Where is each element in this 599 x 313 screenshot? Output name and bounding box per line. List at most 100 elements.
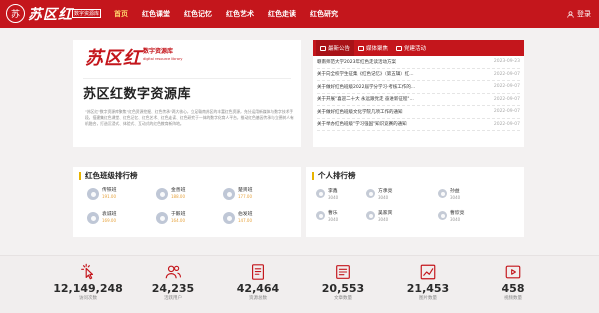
user-score: 3040 bbox=[450, 217, 461, 222]
banner-brand-en: digital resource library bbox=[143, 57, 183, 61]
tab-label: 最新公告 bbox=[328, 46, 351, 52]
user-rank-item[interactable]: 孙益 3040 bbox=[438, 189, 460, 200]
banner-title: 苏区红数字资源库 bbox=[83, 78, 291, 102]
class-rank-card: 红色班级排行榜 传铁班 191.00 金善班 188.00 楚贤班 177.00 袁诚… bbox=[73, 167, 301, 237]
class-score: 164.00 bbox=[171, 218, 185, 223]
class-rank-title: 红色班级排行榜 bbox=[79, 172, 138, 180]
avatar bbox=[438, 189, 447, 198]
top-nav-bar: 苏 苏区红 数字资源库 首页 红色课堂 红色记忆 红色艺术 红色走读 红色研究 … bbox=[0, 0, 599, 28]
avatar bbox=[366, 189, 375, 198]
notice-list: 赣南师范大学2023年红色走读活动方案 2023-09-23 关于向全校学生征集《… bbox=[313, 56, 524, 131]
class-rank-item[interactable]: 袁诚班 169.00 bbox=[87, 212, 116, 224]
notice-date: 2022-09-07 bbox=[493, 71, 520, 77]
nav-item-red-walk[interactable]: 红色走读 bbox=[262, 0, 302, 28]
party-icon bbox=[396, 45, 403, 51]
notice-title: 关于做好红色班级文化学院几项工作的通知 bbox=[317, 109, 403, 115]
nav-item-red-memory[interactable]: 红色记忆 bbox=[178, 0, 218, 28]
notice-item[interactable]: 赣南师范大学2023年红色走读活动方案 2023-09-23 bbox=[317, 56, 520, 69]
notice-tabs: 最新公告 媒体聚焦 党建活动 bbox=[313, 40, 524, 56]
user-score: 3040 bbox=[378, 217, 389, 222]
banner-brand: 苏区红 数字资源库 digital resource library bbox=[85, 44, 183, 69]
nav-item-red-art[interactable]: 红色艺术 bbox=[220, 0, 260, 28]
class-score: 191.00 bbox=[102, 194, 116, 199]
class-score: 147.00 bbox=[238, 218, 252, 223]
avatar bbox=[223, 212, 235, 224]
class-score: 177.00 bbox=[238, 194, 252, 199]
notice-title: 关于举办红色班级"学习强国"知识竞赛的通知 bbox=[317, 122, 407, 128]
article-icon bbox=[336, 265, 350, 279]
media-icon bbox=[358, 45, 365, 51]
stat-videos: 458 视频数量 bbox=[463, 256, 563, 313]
notice-item[interactable]: 关于开展"喜迎二十大 永远跟党走 奋进新征程"... 2022-09-07 bbox=[317, 94, 520, 106]
intro-banner: 苏区红 数字资源库 digital resource library 苏区红数字… bbox=[73, 40, 301, 147]
nav-item-red-research[interactable]: 红色研究 bbox=[304, 0, 344, 28]
tab-label: 党建活动 bbox=[404, 46, 427, 52]
tab-label: 媒体聚焦 bbox=[366, 46, 389, 52]
class-rank-item[interactable]: 伯发班 147.00 bbox=[223, 212, 252, 224]
class-score: 169.00 bbox=[102, 218, 116, 223]
user-rank-item[interactable]: 方承亮 3040 bbox=[366, 189, 392, 200]
user-rank-item[interactable]: 李鑫 3040 bbox=[316, 189, 338, 200]
logo-text: 苏区红 bbox=[28, 7, 73, 23]
class-rank-item[interactable]: 传铁班 191.00 bbox=[87, 188, 116, 200]
video-icon bbox=[505, 265, 521, 279]
notice-item[interactable]: 关于举办红色班级"学习强国"知识竞赛的通知 2022-09-07 bbox=[317, 119, 520, 131]
nav-item-home[interactable]: 首页 bbox=[108, 0, 134, 28]
logo-mark: 苏 bbox=[10, 10, 20, 20]
notice-item[interactable]: 关于做好红色班级文化学院几项工作的通知 2022-09-07 bbox=[317, 106, 520, 119]
notice-item[interactable]: 关于向全校学生征集《红色记忆》（第五辑）红... 2022-09-07 bbox=[317, 69, 520, 81]
click-icon bbox=[81, 263, 94, 280]
notice-date: 2022-09-07 bbox=[493, 109, 520, 115]
document-icon bbox=[252, 264, 264, 280]
avatar bbox=[316, 189, 325, 198]
class-rank-item[interactable]: 于毅班 164.00 bbox=[156, 212, 185, 224]
notice-panel: 最新公告 媒体聚焦 党建活动 赣南师范大学2023年红色走读活动方案 2023-0… bbox=[313, 40, 524, 147]
user-rank-item[interactable]: 曹乐 3040 bbox=[316, 211, 338, 222]
notice-date: 2023-09-23 bbox=[493, 59, 520, 65]
stat-label: 视频数量 bbox=[504, 296, 522, 301]
banner-brand-big: 苏区红 bbox=[85, 48, 142, 69]
tab-party-activity[interactable]: 党建活动 bbox=[392, 40, 430, 56]
notice-item[interactable]: 关于做好红色班级2022届学分学习·考核工作的... 2022-09-07 bbox=[317, 81, 520, 94]
statistics-strip: 12,149,248 访问次数 24,235 活跃用户 42,464 资源总数 … bbox=[0, 255, 599, 313]
notice-title: 关于做好红色班级2022届学分学习·考核工作的... bbox=[317, 84, 416, 90]
login-label: 登录 bbox=[577, 10, 591, 18]
class-rank-item[interactable]: 金善班 188.00 bbox=[156, 188, 185, 200]
notice-title: 关于开展"喜迎二十大 永远跟党走 奋进新征程"... bbox=[317, 97, 414, 103]
user-rank-item[interactable]: 吴家宾 3040 bbox=[366, 211, 392, 222]
notice-title: 赣南师范大学2023年红色走读活动方案 bbox=[317, 59, 396, 65]
user-score: 3040 bbox=[328, 217, 339, 222]
notice-title: 关于向全校学生征集《红色记忆》（第五辑）红... bbox=[317, 72, 414, 78]
main-nav: 首页 红色课堂 红色记忆 红色艺术 红色走读 红色研究 bbox=[108, 0, 344, 28]
avatar bbox=[87, 212, 99, 224]
notice-date: 2022-09-07 bbox=[493, 84, 520, 90]
stat-value: 458 bbox=[501, 282, 525, 295]
logo-seal-icon: 苏 bbox=[6, 4, 25, 23]
avatar bbox=[87, 188, 99, 200]
logo-subtitle: 数字资源库 bbox=[72, 9, 102, 18]
login-button[interactable]: 登录 bbox=[567, 0, 591, 28]
user-score: 3040 bbox=[450, 195, 461, 200]
avatar bbox=[156, 188, 168, 200]
avatar bbox=[223, 188, 235, 200]
nav-item-red-classroom[interactable]: 红色课堂 bbox=[136, 0, 176, 28]
avatar bbox=[316, 211, 325, 220]
notice-icon bbox=[320, 45, 326, 51]
banner-description: "苏区红"数字资源库聚焦"红色资源挖掘、红色传承"两大核心，立足赣南苏区的丰富红… bbox=[85, 109, 294, 126]
tab-latest-notice[interactable]: 最新公告 bbox=[316, 40, 355, 56]
tab-media-focus[interactable]: 媒体聚焦 bbox=[354, 40, 392, 56]
user-rank-item[interactable]: 曹欣亮 3040 bbox=[438, 211, 464, 222]
avatar bbox=[156, 212, 168, 224]
user-score: 3040 bbox=[378, 195, 389, 200]
notice-date: 2022-09-07 bbox=[493, 96, 520, 102]
user-score: 3040 bbox=[328, 195, 339, 200]
users-icon bbox=[165, 265, 182, 279]
site-logo[interactable]: 苏 苏区红 数字资源库 bbox=[6, 4, 102, 24]
user-icon bbox=[567, 10, 574, 18]
banner-brand-small: 数字资源库 bbox=[143, 48, 174, 55]
avatar bbox=[366, 211, 375, 220]
avatar bbox=[438, 211, 447, 220]
class-score: 188.00 bbox=[171, 194, 185, 199]
class-rank-item[interactable]: 楚贤班 177.00 bbox=[223, 188, 252, 200]
user-rank-card: 个人排行榜 李鑫 3040 方承亮 3040 孙益 3040 曹乐 3040 吴家宾 30… bbox=[306, 167, 524, 237]
